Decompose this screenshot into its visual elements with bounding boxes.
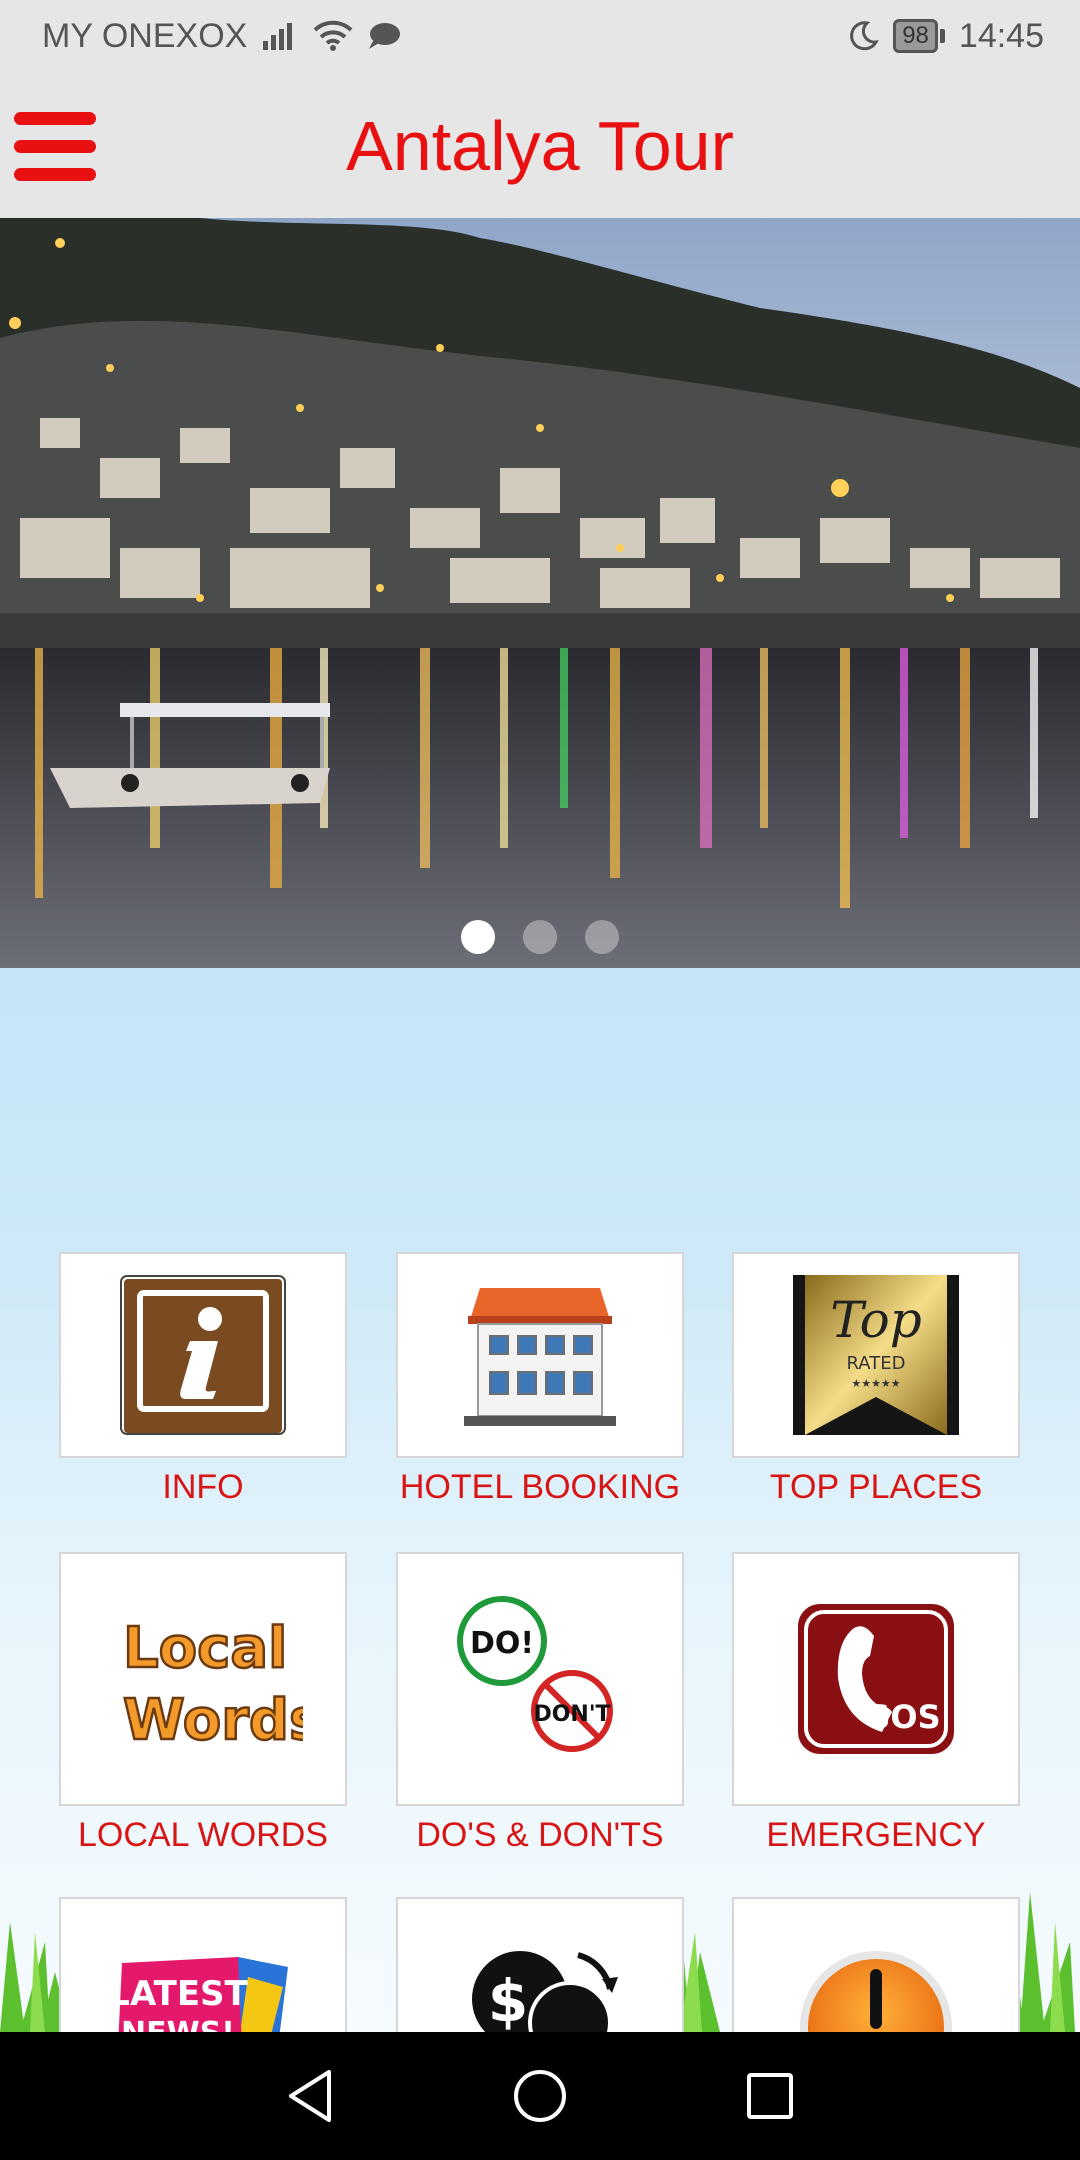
tile-dos-donts[interactable]: DO! DON'T DO'S & DON'TS — [396, 1552, 684, 1855]
tile-local-words[interactable]: Local Words LOCAL WORDS — [59, 1552, 347, 1855]
tile-top-places[interactable]: Top RATED ★★★★★ TOP PLACES — [732, 1252, 1020, 1507]
hero-carousel[interactable] — [0, 218, 1080, 968]
local-words-icon: Local Words — [122, 1615, 303, 1755]
tile-currency[interactable]: $ — [396, 1897, 684, 2032]
tile-emergency[interactable]: SOS EMERGENCY — [732, 1552, 1020, 1855]
badge-rated-text: RATED — [847, 1353, 906, 1374]
tile-image: Top RATED ★★★★★ — [732, 1252, 1020, 1458]
tile-label: DO'S & DON'TS — [416, 1816, 664, 1854]
moon-icon — [850, 21, 879, 51]
tile-image: Local Words — [59, 1552, 347, 1806]
sos-icon: SOS — [798, 1604, 954, 1754]
dont-text: DON'T — [533, 1702, 610, 1727]
wifi-icon — [313, 20, 353, 51]
status-left: MY ONEXOX — [42, 17, 401, 56]
dos-donts-icon: DO! DON'T — [457, 1596, 613, 1752]
words-text: Words — [123, 1688, 303, 1753]
news-text: NEWS! — [121, 2016, 235, 2032]
badge-top-text: Top — [830, 1291, 922, 1349]
tile-image: $ — [396, 1897, 684, 2032]
carousel-dot-1[interactable] — [461, 920, 495, 954]
system-nav-bar — [0, 2032, 1080, 2160]
home-icon[interactable] — [505, 2061, 575, 2131]
carousel-dot-2[interactable] — [523, 920, 557, 954]
tile-hotel-booking[interactable]: HOTEL BOOKING — [396, 1252, 684, 1507]
tile-latest-news[interactable]: LATEST NEWS! — [59, 1897, 347, 2032]
tile-image: LATEST NEWS! — [59, 1897, 347, 2032]
hero-image — [0, 218, 1080, 968]
tile-info[interactable]: INFO — [59, 1252, 347, 1507]
tile-label: EMERGENCY — [766, 1816, 986, 1854]
tile-image — [732, 1897, 1020, 2032]
battery-icon: 98 — [893, 19, 945, 53]
latest-news-icon: LATEST NEWS! — [118, 1957, 288, 2032]
tile-image: DO! DON'T — [396, 1552, 684, 1806]
app-bar: Antalya Tour — [0, 72, 1080, 218]
tile-label: INFO — [162, 1468, 244, 1506]
menu-area: INFO HOTEL BOOKING Top RATED ★★★★★ TOP P… — [0, 968, 1080, 2032]
latest-text: LATEST — [118, 1974, 249, 2014]
sos-text: SOS — [867, 1698, 940, 1736]
back-icon[interactable] — [275, 2061, 345, 2131]
carousel-dot-3[interactable] — [585, 920, 619, 954]
tile-label: TOP PLACES — [769, 1468, 983, 1506]
tile-image: SOS — [732, 1552, 1020, 1806]
tile-image — [396, 1252, 684, 1458]
message-icon — [369, 23, 401, 49]
page-title: Antalya Tour — [346, 107, 734, 185]
carrier-name: MY ONEXOX — [42, 16, 248, 55]
hotel-icon — [464, 1288, 616, 1426]
status-right: 98 14:45 — [847, 17, 1044, 56]
badge-stars-text: ★★★★★ — [851, 1377, 900, 1390]
currency-icon: $ — [472, 1951, 618, 2032]
carousel-indicators — [0, 920, 1080, 954]
top-rated-icon: Top RATED ★★★★★ — [793, 1275, 959, 1435]
battery-level: 98 — [893, 19, 938, 53]
warning-icon — [800, 1951, 952, 2032]
recents-icon[interactable] — [735, 2061, 805, 2131]
tile-warning[interactable] — [732, 1897, 1020, 2032]
info-icon — [120, 1275, 286, 1435]
menu-grid: INFO HOTEL BOOKING Top RATED ★★★★★ TOP P… — [0, 968, 1080, 2032]
status-bar: MY ONEXOX 98 14:45 — [0, 0, 1080, 72]
tile-image — [59, 1252, 347, 1458]
tile-label: LOCAL WORDS — [77, 1816, 328, 1854]
local-text: Local — [123, 1616, 287, 1681]
clock: 14:45 — [958, 16, 1044, 55]
tile-label: HOTEL BOOKING — [399, 1468, 681, 1506]
svg-text:$: $ — [488, 1967, 528, 2032]
do-text: DO! — [470, 1626, 534, 1661]
signal-icon — [263, 23, 293, 50]
